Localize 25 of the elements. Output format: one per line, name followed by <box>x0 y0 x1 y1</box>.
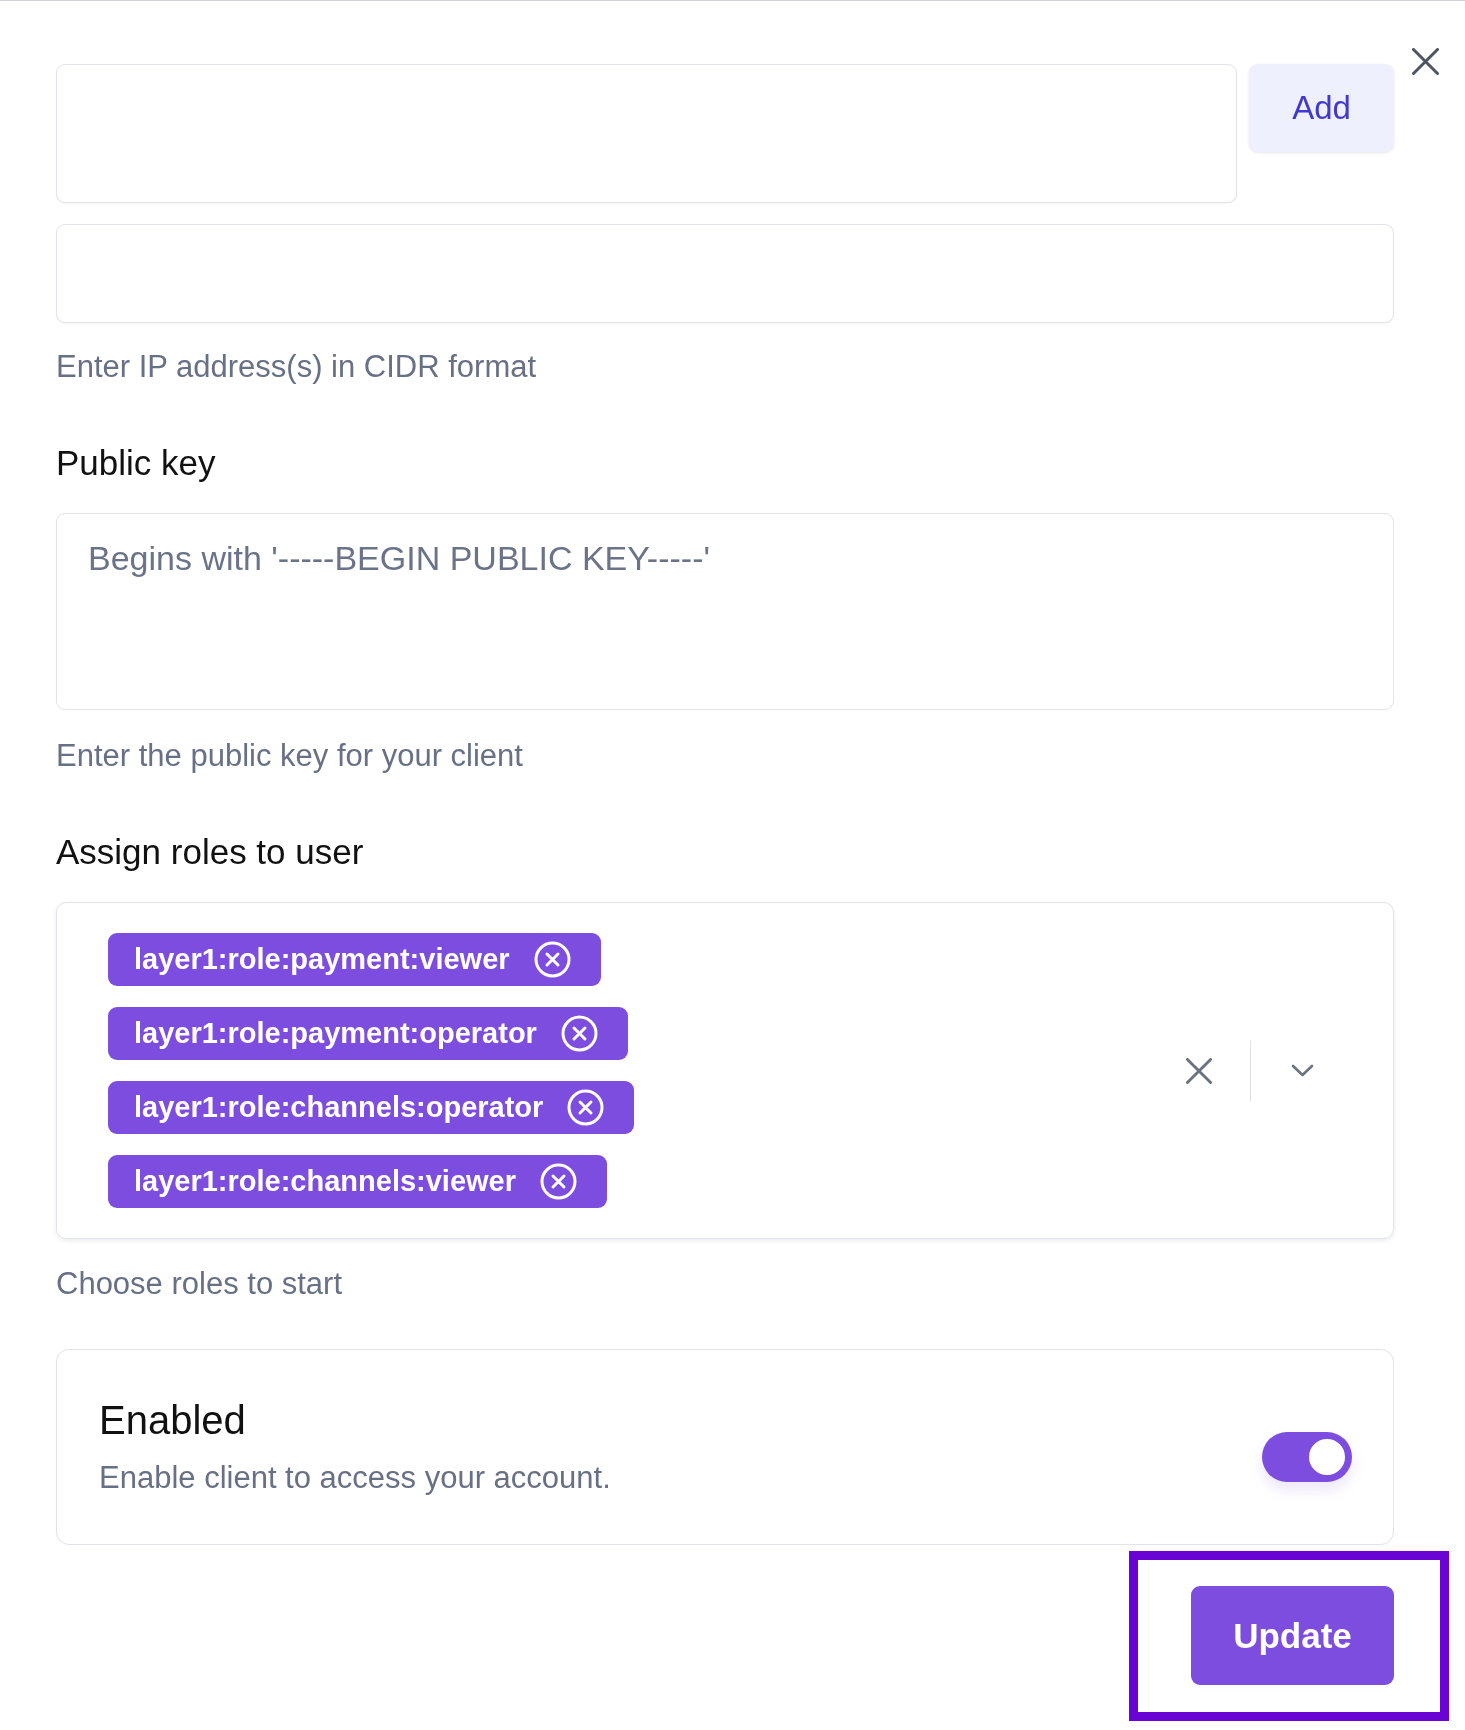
helper-text: Enter IP address(s) in CIDR format <box>56 348 538 386</box>
circle-x-icon[interactable] <box>560 1015 598 1052</box>
tag-label: layer1:role:channels:operator <box>134 1091 544 1124</box>
roles-select[interactable]: layer1:role:payment:viewer layer1:role:payment:operator layer1:role:channels:operator layer1:role:channels:viewer <box>56 902 1394 1239</box>
card-description: Enable client to access your account. <box>99 1459 611 1497</box>
tag-label: layer1:role:payment:viewer <box>134 943 510 976</box>
public-key-field[interactable]: Begins with '-----BEGIN PUBLIC KEY-----' <box>56 513 1394 710</box>
field-label: Public key <box>56 443 217 483</box>
helper-text: Enter the public key for your client <box>56 737 524 775</box>
add-button[interactable]: Add <box>1249 64 1394 152</box>
input-field[interactable] <box>56 64 1237 203</box>
helper-text: Choose roles to start <box>56 1265 344 1303</box>
close-icon[interactable] <box>1412 48 1439 75</box>
chevron-down-icon[interactable] <box>1291 1064 1314 1077</box>
update-button[interactable]: Update <box>1191 1586 1394 1685</box>
tag-label: layer1:role:channels:viewer <box>134 1165 516 1198</box>
input-field[interactable] <box>56 224 1394 323</box>
field-label: Assign roles to user <box>56 832 365 872</box>
circle-x-icon[interactable] <box>567 1089 605 1126</box>
circle-x-icon[interactable] <box>540 1163 577 1200</box>
x-icon[interactable] <box>1185 1057 1212 1084</box>
tag-label: layer1:role:payment:operator <box>134 1017 537 1050</box>
toggle-switch[interactable] <box>1262 1432 1352 1482</box>
circle-x-icon[interactable] <box>533 941 571 978</box>
card-title: Enabled <box>99 1397 247 1444</box>
